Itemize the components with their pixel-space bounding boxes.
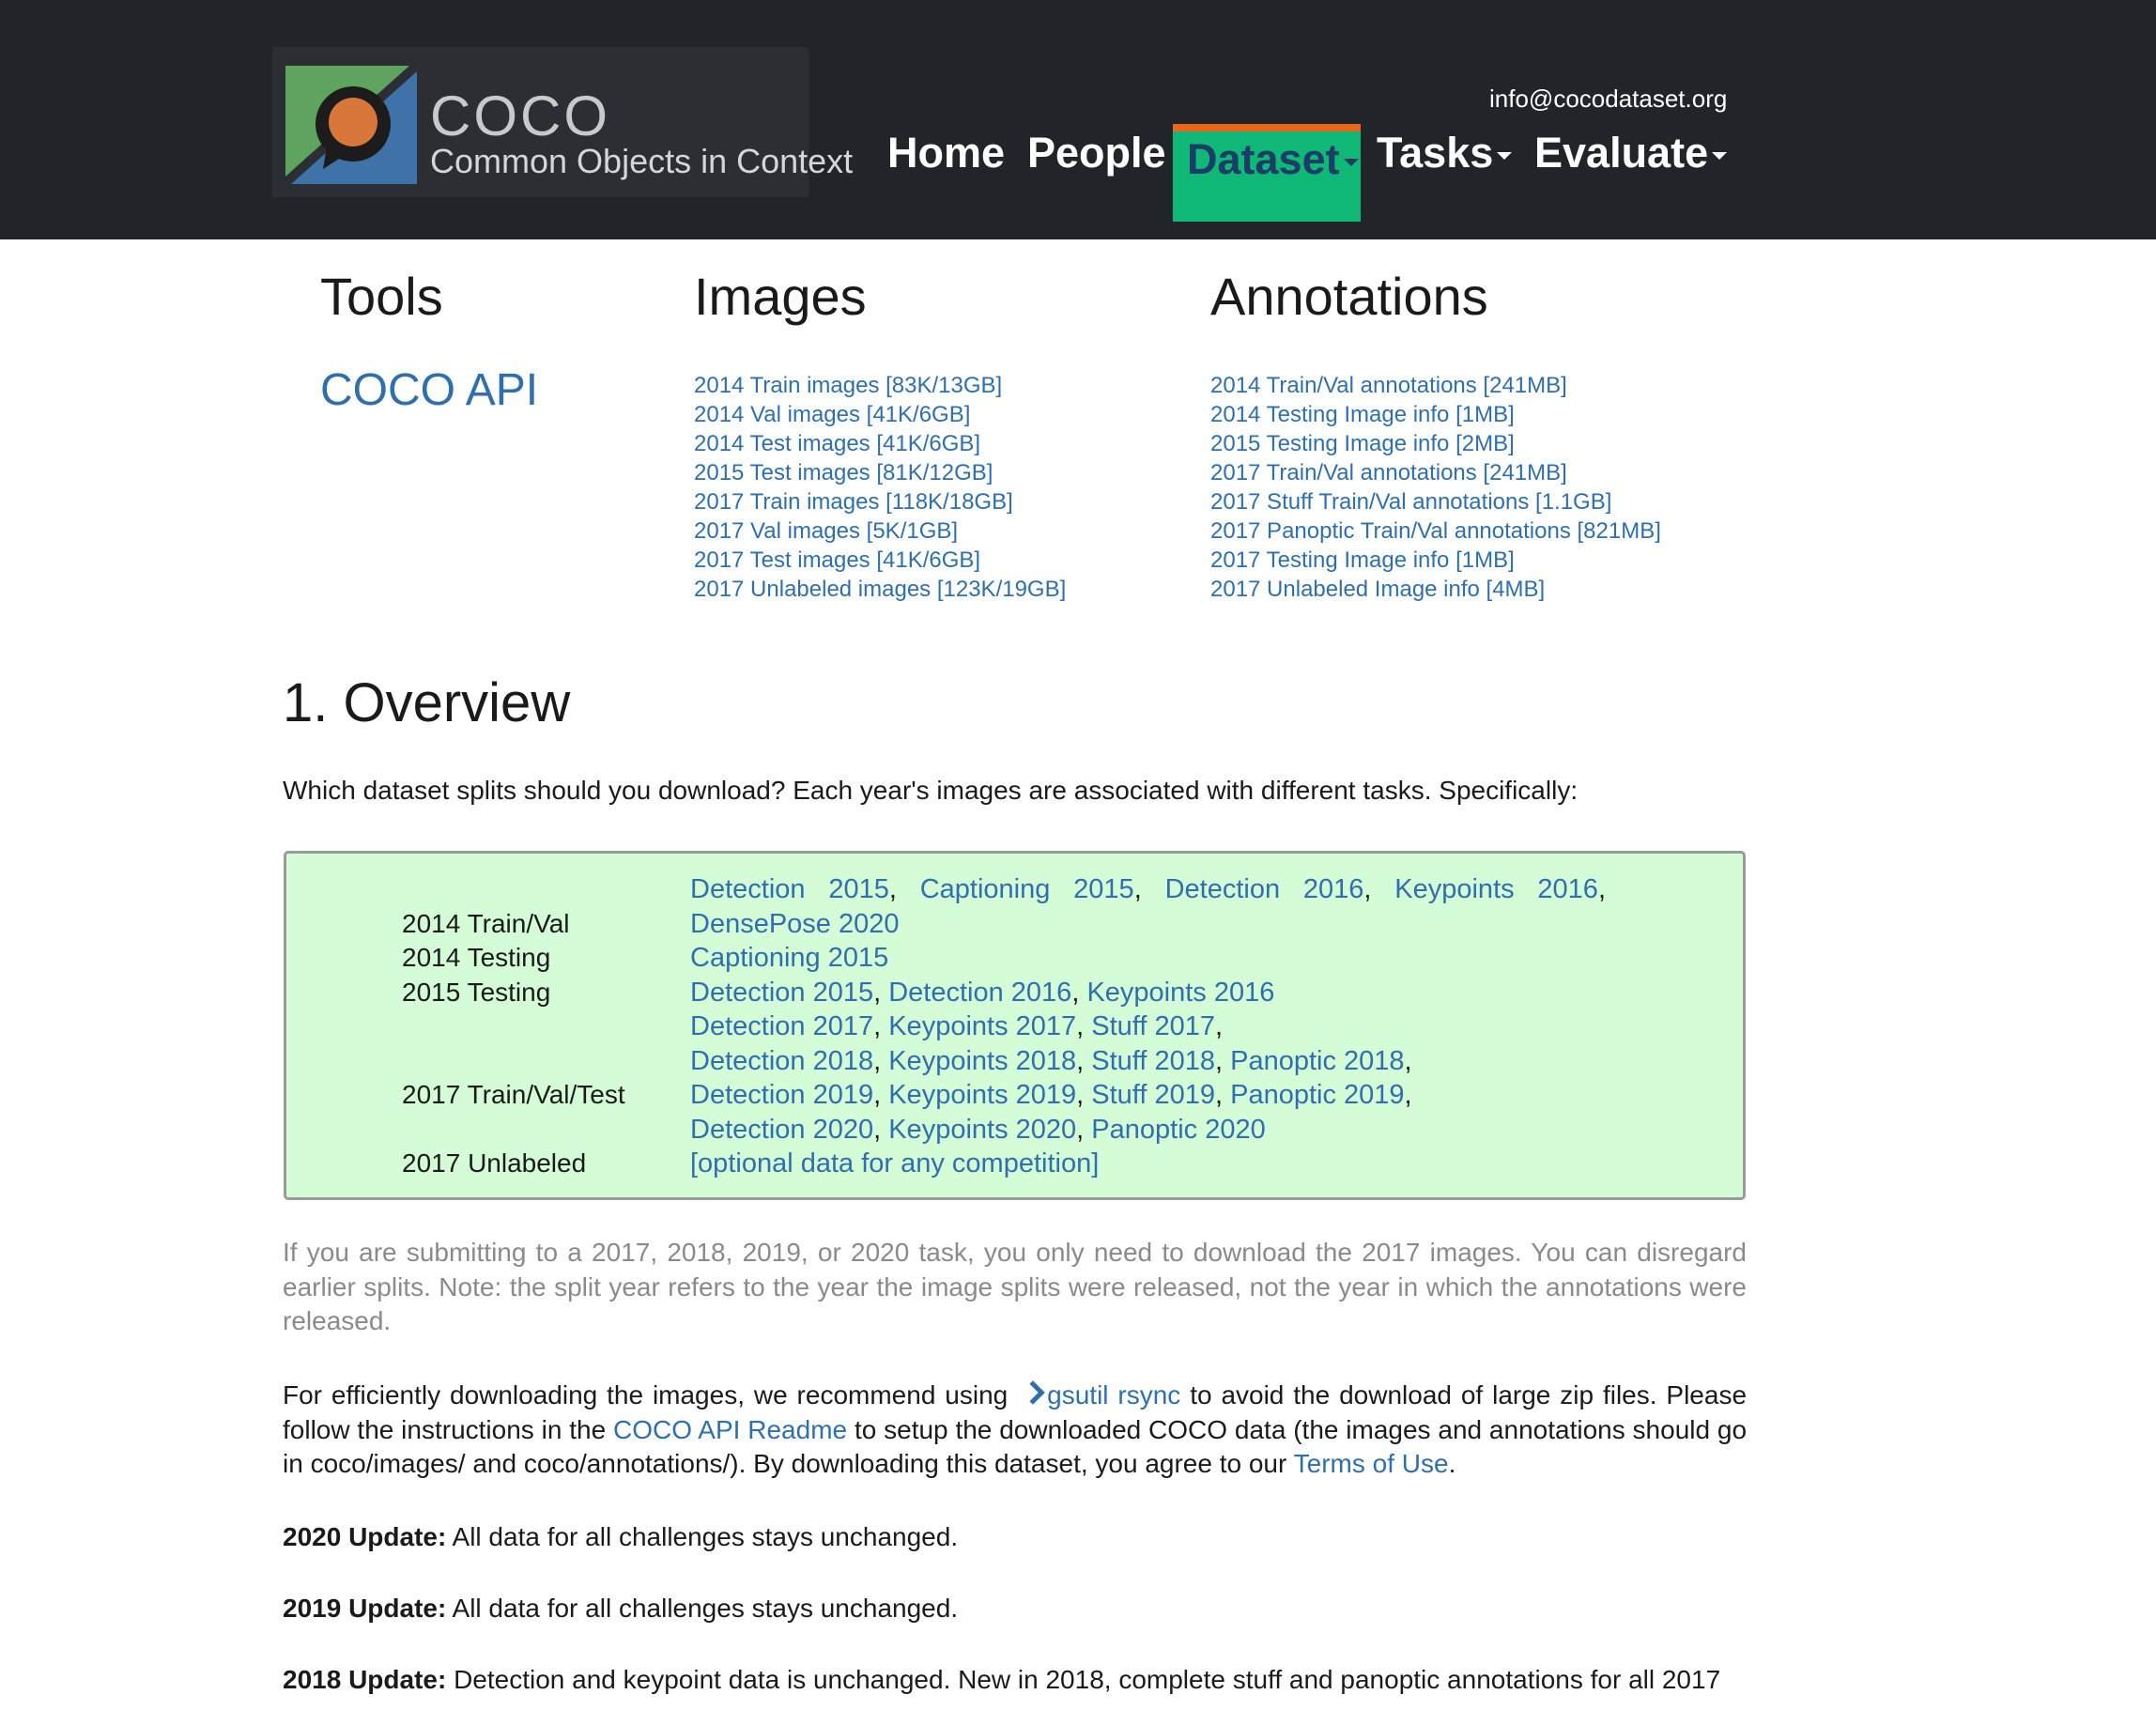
update-label: 2018 Update: <box>283 1665 447 1694</box>
chevron-down-icon <box>1497 152 1513 161</box>
image-download-link[interactable]: 2015 Test images [81K/12GB] <box>694 460 993 485</box>
update-text: All data for all challenges stays unchan… <box>452 1522 959 1551</box>
instructions-text: . <box>1448 1449 1456 1478</box>
annotation-download-link[interactable]: 2017 Train/Val annotations [241MB] <box>1210 460 1567 485</box>
tasks-2017-line3: Detection 2019, Keypoints 2019, Stuff 20… <box>690 1080 1412 1110</box>
tasks-2015-testing: Detection 2015, Detection 2016, Keypoint… <box>690 978 1275 1008</box>
task-link[interactable]: Detection 2019 <box>690 1080 873 1110</box>
logo-tagline: Common Objects in Context <box>430 142 854 180</box>
tasks-2017-unlabeled: [optional data for any competition] <box>690 1147 1099 1181</box>
task-link[interactable]: Keypoints 2016 <box>1394 874 1598 904</box>
task-link[interactable]: Captioning 2015 <box>920 874 1134 904</box>
tasks-2017-line1: Detection 2017, Keypoints 2017, Stuff 20… <box>690 1011 1224 1041</box>
tasks-2014-trainval-cont: DensePose 2020 <box>690 907 900 942</box>
logo-title: COCO <box>430 85 610 147</box>
split-label: 2017 Train/Val/Test <box>402 1080 625 1109</box>
split-label: 2014 Testing <box>402 943 551 972</box>
splits-table: 2014 Train/Val 2014 Testing 2015 Testing… <box>284 851 1746 1200</box>
task-link[interactable]: Stuff 2019 <box>1091 1080 1215 1110</box>
task-link[interactable]: Detection 2015 <box>690 874 889 904</box>
coco-api-link[interactable]: COCO API <box>320 365 538 416</box>
optional-data-link[interactable]: [optional data for any competition] <box>690 1148 1099 1179</box>
task-link[interactable]: Detection 2020 <box>690 1115 873 1145</box>
task-link[interactable]: Detection 2016 <box>1165 874 1364 904</box>
annotation-download-link[interactable]: 2014 Train/Val annotations [241MB] <box>1210 373 1567 398</box>
nav-evaluate[interactable]: Evaluate <box>1534 129 1728 177</box>
task-link[interactable]: Keypoints 2016 <box>1086 978 1274 1008</box>
task-link[interactable]: Keypoints 2018 <box>888 1046 1076 1076</box>
annotation-download-link[interactable]: 2014 Testing Image info [1MB] <box>1210 402 1515 427</box>
annotation-download-link[interactable]: 2017 Stuff Train/Val annotations [1.1GB] <box>1210 489 1611 515</box>
nav-people[interactable]: People <box>1027 131 1166 174</box>
nav-dataset-label: Dataset <box>1187 135 1340 183</box>
overview-intro: Which dataset splits should you download… <box>283 776 1578 805</box>
task-link[interactable]: Captioning 2015 <box>690 943 888 973</box>
tools-heading: Tools <box>320 267 443 326</box>
update-2018: 2018 Update: Detection and keypoint data… <box>283 1663 1720 1698</box>
task-link[interactable]: Panoptic 2018 <box>1230 1046 1404 1076</box>
annotation-download-link[interactable]: 2017 Unlabeled Image info [4MB] <box>1210 577 1545 602</box>
tasks-2014-testing: Captioning 2015 <box>690 941 888 976</box>
split-label: 2017 Unlabeled <box>402 1148 587 1178</box>
split-label: 2014 Train/Val <box>402 909 570 938</box>
terms-of-use-link[interactable]: Terms of Use <box>1294 1449 1449 1478</box>
task-link[interactable]: Panoptic 2020 <box>1091 1115 1265 1145</box>
nav-dataset[interactable]: Dataset <box>1173 124 1361 222</box>
nav-tasks-label: Tasks <box>1377 129 1494 177</box>
update-text: All data for all challenges stays unchan… <box>452 1594 959 1623</box>
gsutil-rsync-link[interactable]: gsutil rsync <box>1017 1380 1180 1410</box>
image-download-link[interactable]: 2017 Val images [5K/1GB] <box>694 518 958 544</box>
nav-evaluate-label: Evaluate <box>1534 129 1709 177</box>
coco-api-readme-link[interactable]: COCO API Readme <box>613 1415 847 1444</box>
image-download-link[interactable]: 2014 Train images [83K/13GB] <box>694 373 1002 398</box>
task-link[interactable]: Keypoints 2020 <box>888 1115 1076 1145</box>
coco-logo[interactable]: COCO Common Objects in Context <box>272 47 853 197</box>
top-navbar: COCO Common Objects in Context info@coco… <box>0 0 2156 239</box>
overview-heading: 1. Overview <box>283 672 571 733</box>
task-link[interactable]: Detection 2018 <box>690 1046 873 1076</box>
task-link[interactable]: Keypoints 2017 <box>888 1011 1076 1041</box>
chevron-down-icon <box>1343 159 1359 167</box>
gsutil-rsync-label: gsutil rsync <box>1047 1380 1181 1410</box>
task-link[interactable]: Stuff 2018 <box>1091 1046 1215 1076</box>
download-instructions: For efficiently downloading the images, … <box>283 1379 1747 1482</box>
update-label: 2019 Update: <box>283 1594 447 1623</box>
task-link[interactable]: Panoptic 2019 <box>1230 1080 1404 1110</box>
annotation-download-link[interactable]: 2015 Testing Image info [2MB] <box>1210 431 1515 456</box>
nav-home[interactable]: Home <box>887 131 1005 174</box>
image-download-link[interactable]: 2014 Val images [41K/6GB] <box>694 402 970 427</box>
contact-email-link[interactable]: info@cocodataset.org <box>1489 85 1727 114</box>
task-link[interactable]: Detection 2017 <box>690 1011 873 1041</box>
split-year-note: If you are submitting to a 2017, 2018, 2… <box>283 1238 1747 1335</box>
tasks-2014-trainval: Detection 2015, Captioning 2015, Detecti… <box>690 874 1606 904</box>
tasks-2017-line2: Detection 2018, Keypoints 2018, Stuff 20… <box>690 1046 1412 1076</box>
update-2020: 2020 Update: All data for all challenges… <box>283 1520 958 1555</box>
image-download-link[interactable]: 2014 Test images [41K/6GB] <box>694 431 980 456</box>
annotation-download-link[interactable]: 2017 Panoptic Train/Val annotations [821… <box>1210 518 1661 544</box>
annotations-download-list: 2014 Train/Val annotations [241MB] 2014 … <box>1210 371 1661 604</box>
task-link[interactable]: Detection 2015 <box>690 978 873 1008</box>
instructions-text: For efficiently downloading the images, … <box>283 1380 1009 1410</box>
task-link[interactable]: Keypoints 2019 <box>888 1080 1076 1110</box>
image-download-link[interactable]: 2017 Train images [118K/18GB] <box>694 489 1013 515</box>
images-download-list: 2014 Train images [83K/13GB] 2014 Val im… <box>694 371 1066 604</box>
images-heading: Images <box>694 267 867 326</box>
nav-tasks[interactable]: Tasks <box>1377 129 1513 177</box>
chevron-right-icon <box>1021 1380 1045 1405</box>
annotation-download-link[interactable]: 2017 Testing Image info [1MB] <box>1210 547 1515 573</box>
task-link[interactable]: Detection 2016 <box>888 978 1071 1008</box>
task-link[interactable]: Stuff 2017 <box>1091 1011 1215 1041</box>
update-text: Detection and keypoint data is unchanged… <box>454 1665 1721 1694</box>
task-link[interactable]: DensePose 2020 <box>690 909 900 939</box>
update-label: 2020 Update: <box>283 1522 447 1551</box>
image-download-link[interactable]: 2017 Test images [41K/6GB] <box>694 547 980 573</box>
update-2019: 2019 Update: All data for all challenges… <box>283 1592 958 1626</box>
tasks-2017-line4: Detection 2020, Keypoints 2020, Panoptic… <box>690 1115 1266 1145</box>
coco-logo-icon <box>285 66 417 184</box>
chevron-down-icon <box>1712 152 1728 161</box>
split-label: 2015 Testing <box>402 978 551 1007</box>
annotations-heading: Annotations <box>1210 267 1488 326</box>
image-download-link[interactable]: 2017 Unlabeled images [123K/19GB] <box>694 577 1066 602</box>
